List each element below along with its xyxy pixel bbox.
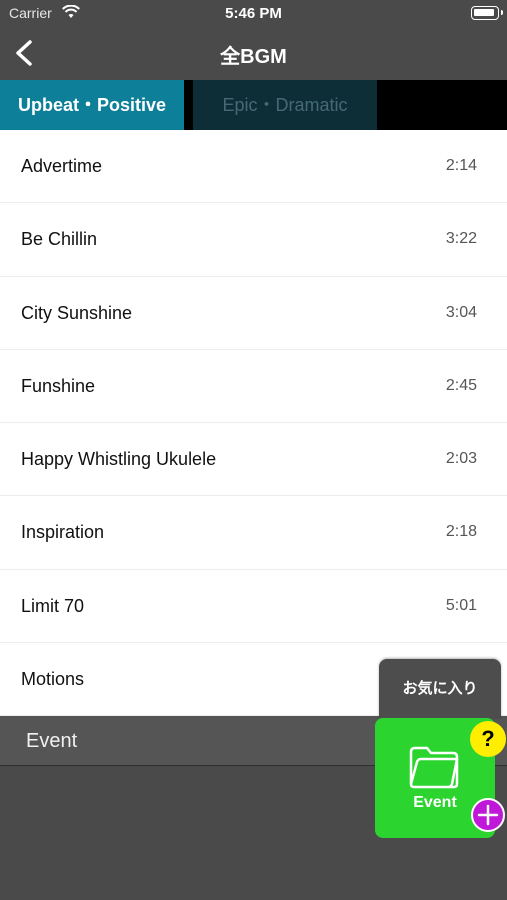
song-title: Happy Whistling Ukulele	[21, 449, 217, 470]
category-tab-bar: Upbeat・Positive Epic・Dramatic	[0, 80, 507, 130]
status-bar: Carrier 5:46 PM	[0, 0, 507, 28]
section-label: Event	[26, 730, 78, 752]
song-row[interactable]: Advertime 2:14	[0, 130, 507, 204]
folder-icon	[409, 746, 459, 789]
song-duration: 2:18	[445, 523, 477, 541]
song-title: Motions	[21, 669, 85, 690]
song-title: Advertime	[21, 156, 103, 176]
help-button[interactable]: ?	[470, 721, 506, 757]
navigation-bar: 全BGM	[0, 28, 507, 80]
song-duration: 3:22	[445, 230, 477, 248]
song-row[interactable]: Happy Whistling Ukulele 2:03	[0, 423, 507, 497]
song-row[interactable]: City Sunshine 3:04	[0, 277, 507, 350]
song-list: Advertime 2:14 Be Chillin 3:22 City Suns…	[0, 130, 507, 717]
page-title: 全BGM	[220, 46, 287, 68]
status-time: 5:46 PM	[225, 5, 282, 22]
song-title: Limit 70	[21, 595, 85, 616]
battery-icon	[471, 6, 503, 20]
song-duration: 2:45	[445, 376, 477, 394]
song-duration: 5:01	[445, 596, 477, 614]
song-row[interactable]: Funshine 2:45	[0, 350, 507, 424]
song-title: City Sunshine	[21, 302, 133, 323]
song-duration: 2:14	[445, 157, 477, 174]
song-title: Inspiration	[21, 522, 105, 543]
favorites-button[interactable]: お気に入り	[379, 659, 501, 719]
plus-icon	[477, 804, 499, 826]
song-row[interactable]: Limit 70 5:01	[0, 570, 507, 644]
add-button[interactable]	[471, 798, 505, 832]
tab-epic-dramatic[interactable]: Epic・Dramatic	[193, 80, 377, 130]
song-row[interactable]: Be Chillin 3:22	[0, 203, 507, 277]
song-duration: 3:04	[445, 303, 477, 321]
song-title: Be Chillin	[21, 229, 98, 250]
tab-upbeat-positive[interactable]: Upbeat・Positive	[0, 80, 184, 130]
song-row[interactable]: Inspiration 2:18	[0, 496, 507, 570]
song-title: Funshine	[21, 375, 96, 396]
song-duration: 2:03	[445, 450, 477, 468]
